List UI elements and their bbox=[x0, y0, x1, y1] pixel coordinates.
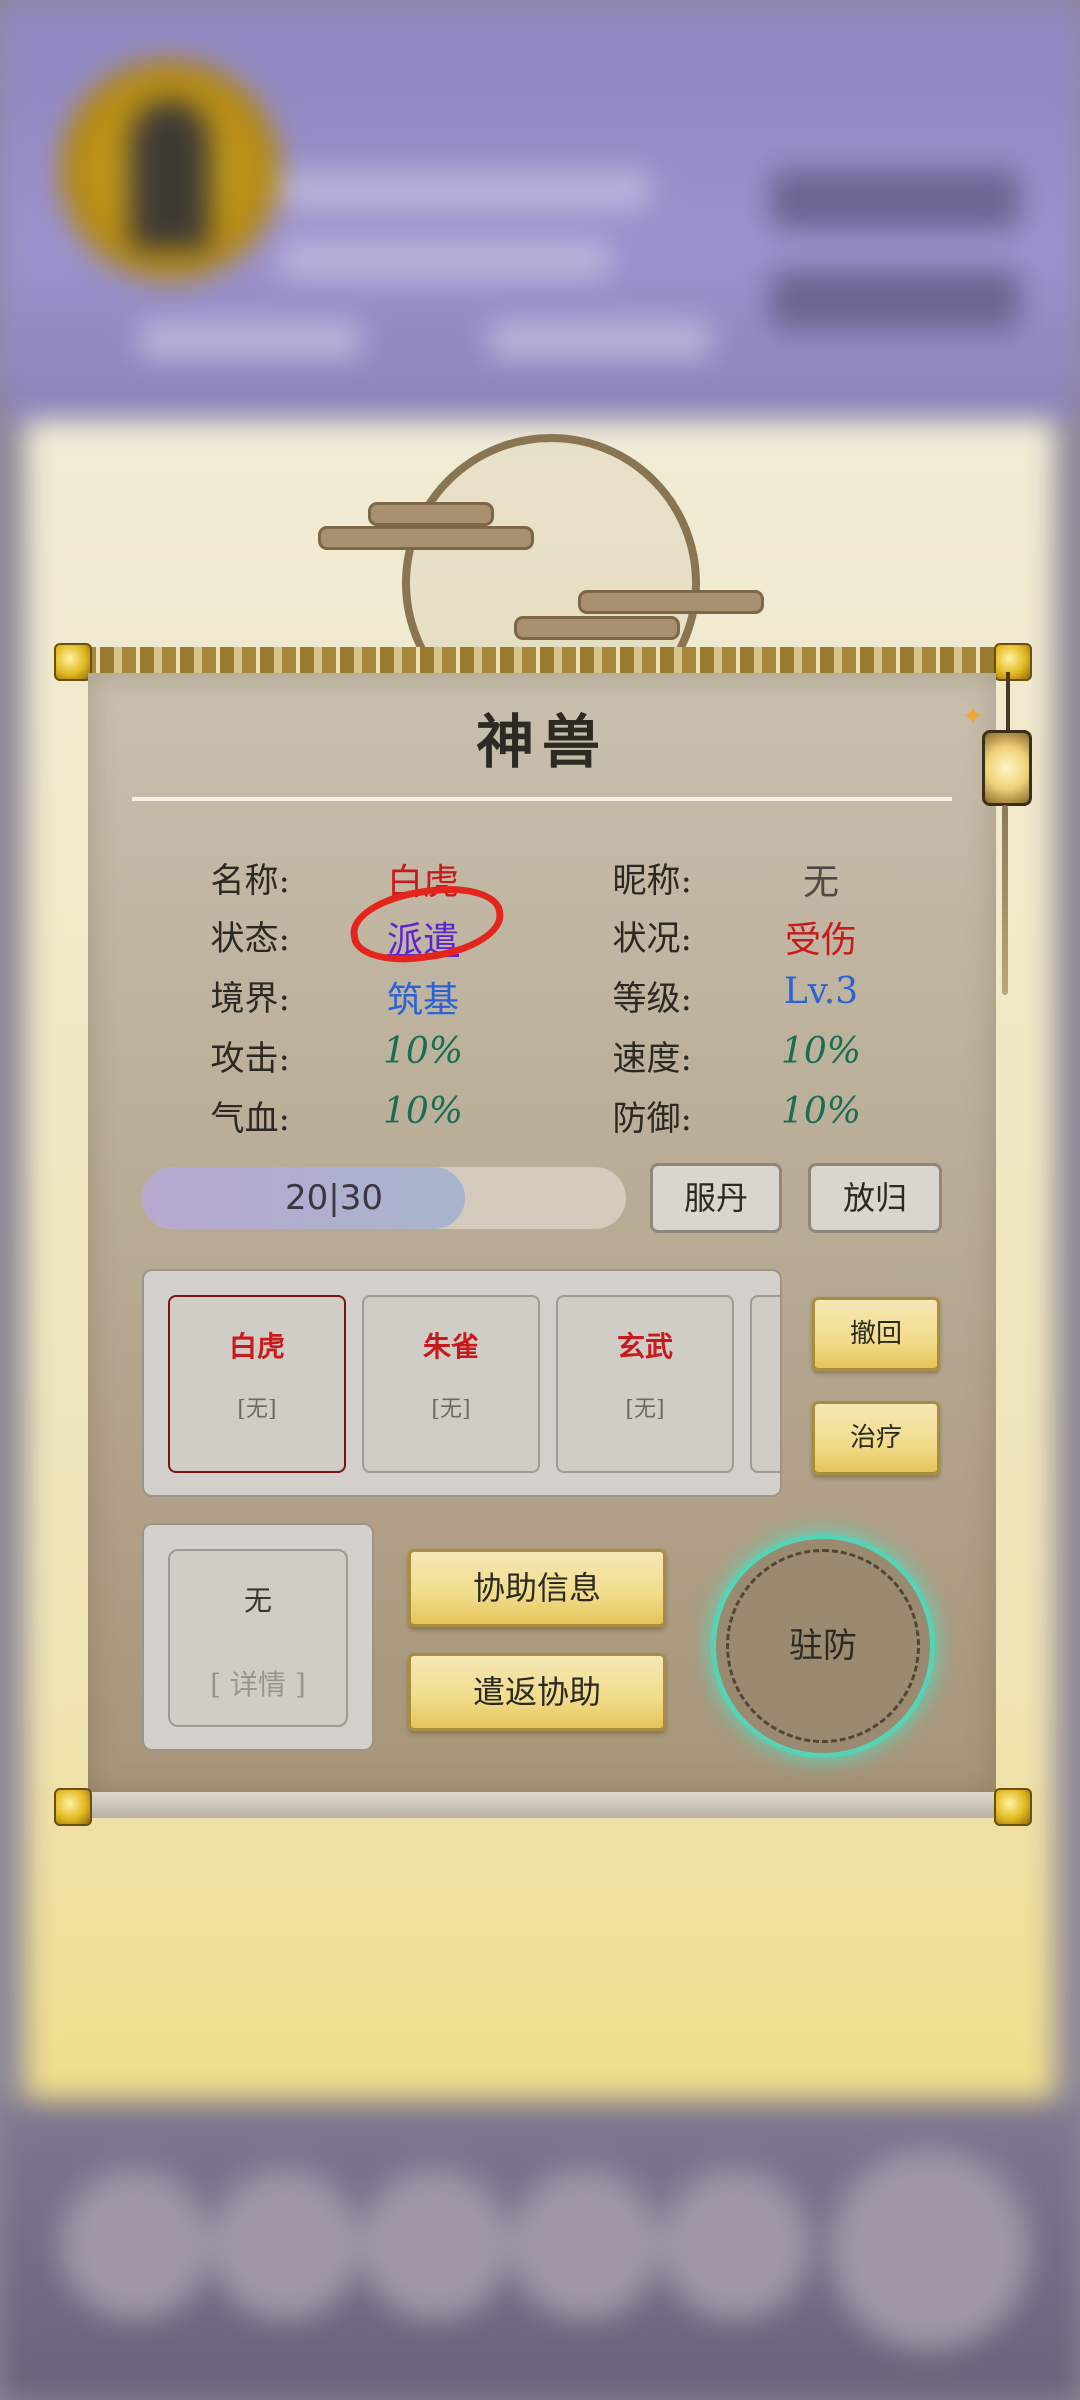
beast-slot-name: 玄武 bbox=[616, 1330, 673, 1363]
title-divider bbox=[132, 797, 952, 801]
condition-label: 状况: bbox=[612, 919, 692, 959]
background-avatar bbox=[60, 60, 280, 280]
panel-title: 神兽 bbox=[475, 708, 608, 776]
beast-slot-tag: [无] bbox=[625, 1397, 665, 1422]
hp-label: 气血: bbox=[210, 1099, 290, 1139]
level-value: Lv.3 bbox=[783, 971, 859, 1012]
attack-label: 攻击: bbox=[210, 1039, 290, 1079]
defense-value: 10% bbox=[780, 1091, 861, 1132]
name-label: 名称: bbox=[210, 861, 290, 901]
return-assist-button[interactable]: 遣返协助 bbox=[408, 1653, 666, 1731]
assist-info-button[interactable]: 协助信息 bbox=[408, 1549, 666, 1627]
lantern-tassel bbox=[1002, 805, 1008, 995]
condition-value: 受伤 bbox=[784, 920, 857, 961]
beast-slot[interactable]: 玄武 [无] bbox=[556, 1295, 734, 1473]
background-bar bbox=[280, 240, 610, 280]
cloud-ornament bbox=[318, 526, 534, 550]
assist-name: 无 bbox=[243, 1584, 272, 1617]
beast-slot-partial[interactable] bbox=[750, 1295, 780, 1473]
take-pill-button[interactable]: 服丹 bbox=[650, 1163, 782, 1233]
beast-slot[interactable]: 白虎 [无] bbox=[168, 1295, 346, 1473]
speed-value: 10% bbox=[780, 1031, 861, 1072]
beast-slot-name: 朱雀 bbox=[422, 1330, 479, 1363]
beast-slot-tag: [无] bbox=[237, 1397, 277, 1422]
assist-panel: 无 [ 详情 ] bbox=[142, 1523, 374, 1751]
background-avatar bbox=[60, 2170, 210, 2320]
background-button bbox=[770, 270, 1020, 330]
speed-label: 速度: bbox=[612, 1039, 692, 1079]
beast-slot-list[interactable]: 白虎 [无] 朱雀 [无] 玄武 [无] bbox=[142, 1269, 782, 1497]
realm-value: 筑基 bbox=[386, 980, 459, 1021]
cloud-ornament bbox=[514, 616, 680, 640]
hp-progress-bar: 20|30 bbox=[142, 1167, 626, 1229]
scroll-cap bbox=[54, 643, 92, 681]
spark-icon: ✦ bbox=[962, 702, 984, 732]
defense-label: 防御: bbox=[612, 1099, 692, 1139]
garrison-button[interactable]: 驻防 bbox=[716, 1539, 930, 1753]
release-button[interactable]: 放归 bbox=[808, 1163, 942, 1233]
status-label: 状态: bbox=[210, 919, 290, 959]
background-bar bbox=[140, 320, 360, 360]
beast-slot-name: 白虎 bbox=[228, 1330, 285, 1363]
lantern-icon bbox=[982, 730, 1032, 806]
background-avatar bbox=[830, 2150, 1030, 2350]
scroll-cap bbox=[54, 1788, 92, 1826]
scroll-bottom-rod bbox=[60, 1792, 1020, 1818]
scroll-top-rod bbox=[60, 647, 1020, 673]
garrison-label: 驻防 bbox=[789, 1626, 857, 1666]
background-avatar bbox=[660, 2170, 810, 2320]
background-bar bbox=[490, 320, 710, 360]
background-bar bbox=[280, 170, 650, 210]
assist-slot[interactable]: 无 [ 详情 ] bbox=[168, 1549, 348, 1727]
hp-value: 10% bbox=[382, 1091, 463, 1132]
recall-button[interactable]: 撤回 bbox=[812, 1297, 940, 1371]
background-avatar bbox=[210, 2170, 360, 2320]
beast-slot[interactable]: 朱雀 [无] bbox=[362, 1295, 540, 1473]
nickname-value: 无 bbox=[802, 862, 839, 903]
lantern-hook bbox=[1006, 672, 1010, 732]
level-label: 等级: bbox=[612, 979, 692, 1019]
heal-button[interactable]: 治疗 bbox=[812, 1401, 940, 1475]
attack-value: 10% bbox=[382, 1031, 463, 1072]
nickname-label: 昵称: bbox=[612, 861, 692, 901]
scroll-cap bbox=[994, 643, 1032, 681]
background-button bbox=[770, 170, 1020, 230]
scroll-cap bbox=[994, 1788, 1032, 1826]
realm-label: 境界: bbox=[210, 979, 290, 1019]
assist-detail-link[interactable]: [ 详情 ] bbox=[170, 1663, 346, 1703]
hp-progress-text: 20|30 bbox=[285, 1178, 383, 1218]
beast-slot-tag: [无] bbox=[431, 1397, 471, 1422]
background-avatar bbox=[510, 2170, 660, 2320]
cloud-ornament bbox=[368, 502, 494, 526]
beast-scroll-panel: 神兽 名称: 白虎 昵称: 无 状态: 派遣 状况: 受伤 境界: 筑基 等级:… bbox=[88, 673, 996, 1793]
cloud-ornament bbox=[578, 590, 764, 614]
background-avatar bbox=[360, 2170, 510, 2320]
